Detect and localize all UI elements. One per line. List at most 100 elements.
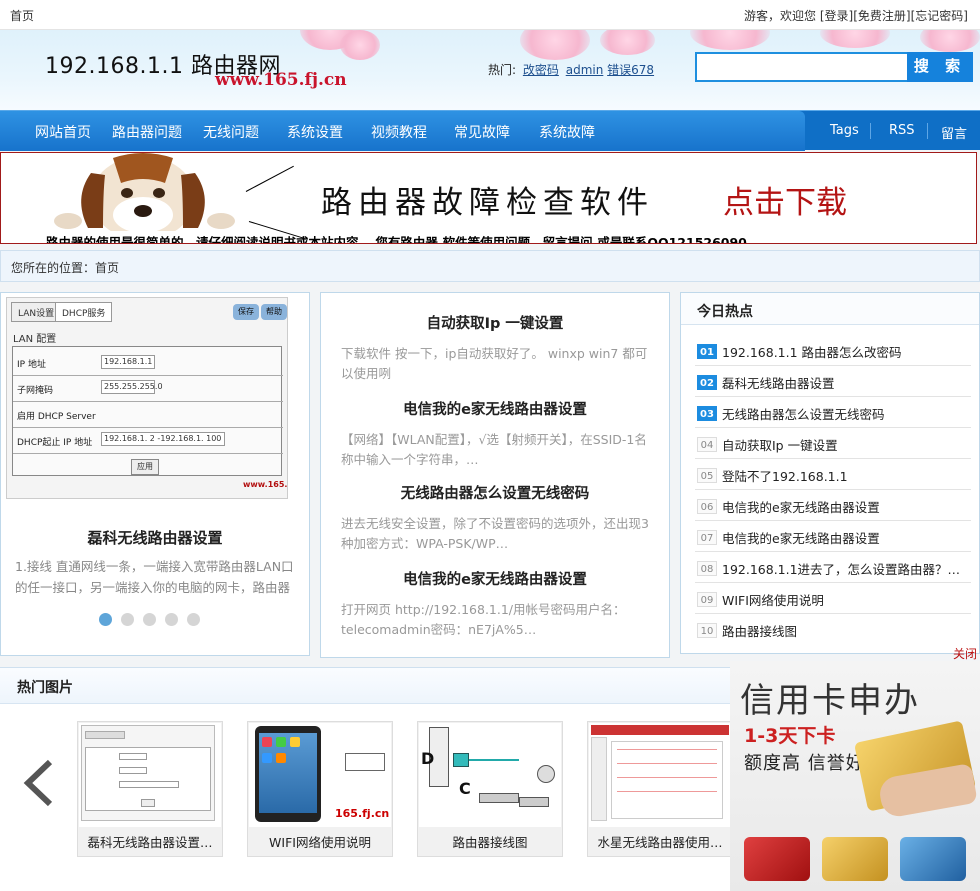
shot-field: 192.168.1. 2 -192.168.1. 100 <box>101 432 225 446</box>
list-item-text: 登陆不了192.168.1.1 <box>722 469 848 484</box>
slider-dot[interactable] <box>143 613 156 626</box>
breadcrumb-text: 您所在的位置：首页 <box>11 261 120 275</box>
banner-decoration-line <box>245 165 294 192</box>
picture-card[interactable]: D C 路由器接线图 <box>417 721 563 857</box>
shot-form: IP 地址 192.168.1.1 子网掩码 255.255.255.0 启用 … <box>12 346 283 476</box>
hot-today-header: 今日热点 <box>681 293 979 325</box>
credit-card-ad[interactable]: 信用卡申办 1-3天下卡 额度高 信誉好 <box>730 661 980 891</box>
shot-button: 保存 <box>233 304 259 320</box>
welcome-text: 游客，欢迎您 <box>744 9 817 23</box>
list-item[interactable]: 03 无线路由器怎么设置无线密码 <box>695 397 971 428</box>
nav-item-system-faults[interactable]: 系统故障 <box>539 122 595 142</box>
list-item[interactable]: 09 WIFI网络使用说明 <box>695 583 971 614</box>
hot-label: 热门: <box>488 63 517 77</box>
list-item-text: WIFI网络使用说明 <box>722 593 824 608</box>
slider-dot[interactable] <box>165 613 178 626</box>
shot-field: 255.255.255.0 <box>101 380 163 394</box>
credit-card-image <box>900 837 966 881</box>
slide-image[interactable]: LAN设置 DHCP服务 保存 帮助 LAN 配置 IP 地址 192.168.… <box>6 297 288 499</box>
nav-item-home[interactable]: 网站首页 <box>35 122 91 142</box>
shot-label: 子网掩码 <box>17 386 54 396</box>
nav-item-router-issues[interactable]: 路由器问题 <box>112 122 182 142</box>
nav-item-system-settings[interactable]: 系统设置 <box>287 122 343 142</box>
register-link[interactable]: [免费注册] <box>853 9 910 23</box>
slider-dot[interactable] <box>99 613 112 626</box>
slide-description: 1.接线 直通网线一条，一端接入宽带路由器LAN口的任一接口，另一端接入你的电脑… <box>15 559 294 595</box>
article-title[interactable]: 无线路由器怎么设置无线密码 <box>321 482 669 503</box>
picture-thumbnail: 165.fj.cn <box>249 723 391 827</box>
list-item[interactable]: 04 自动获取Ip 一键设置 <box>695 428 971 459</box>
list-item-text: 自动获取Ip 一键设置 <box>722 438 838 453</box>
blossom-decoration <box>520 30 590 60</box>
nav-item-tags[interactable]: Tags <box>830 123 859 138</box>
nav-item-guestbook[interactable]: 留言 <box>941 123 967 142</box>
shot-divider <box>13 453 283 454</box>
article-title[interactable]: 电信我的e家无线路由器设置 <box>321 568 669 589</box>
site-logo-url[interactable]: www.165.fj.cn <box>215 70 347 90</box>
slider-dot[interactable] <box>121 613 134 626</box>
list-item[interactable]: 05 登陆不了192.168.1.1 <box>695 459 971 490</box>
picture-thumbnail <box>79 723 221 827</box>
hot-keywords: 热门: 改密码 admin 错误678 <box>488 61 654 78</box>
picture-card[interactable]: 165.fj.cn WIFI网络使用说明 <box>247 721 393 857</box>
slider-dot[interactable] <box>187 613 200 626</box>
search-input[interactable] <box>695 52 908 82</box>
list-item[interactable]: 07 电信我的e家无线路由器设置 <box>695 521 971 552</box>
breadcrumb: 您所在的位置：首页 <box>0 250 980 282</box>
blossom-decoration <box>920 30 980 52</box>
login-link[interactable]: [登录] <box>820 9 853 23</box>
download-banner[interactable]: 路由器故障检查软件 点击下载 路由器的使用是很简单的，请仔细阅读说明书或本站内容… <box>0 152 977 244</box>
list-item-text: 路由器接线图 <box>722 624 798 639</box>
hot-today-panel: 今日热点 01 192.168.1.1 路由器怎么改密码 02 磊科无线路由器设置 … <box>680 292 980 654</box>
shot-heading: LAN 配置 <box>13 334 57 345</box>
list-item[interactable]: 10 路由器接线图 <box>695 614 971 645</box>
ad-tagline: 额度高 信誉好 <box>744 753 865 774</box>
hot-link[interactable]: 错误678 <box>607 63 654 77</box>
nav-item-rss[interactable]: RSS <box>889 123 915 138</box>
hot-link[interactable]: 改密码 <box>523 63 559 77</box>
hot-link[interactable]: admin <box>566 63 604 77</box>
forgot-password-link[interactable]: [忘记密码] <box>911 9 968 23</box>
credit-card-image <box>822 837 888 881</box>
rank-badge: 01 <box>697 344 717 359</box>
credit-card-image <box>744 837 810 881</box>
rank-badge: 09 <box>697 592 717 607</box>
shot-label: 启用 DHCP Server <box>17 412 96 422</box>
search-button[interactable]: 搜 索 <box>907 52 973 82</box>
shot-tab: DHCP服务 <box>55 302 113 322</box>
article-title[interactable]: 自动获取Ip 一键设置 <box>321 312 669 333</box>
shot-label: DHCP起止 IP 地址 <box>17 438 93 448</box>
slide-caption[interactable]: 磊科无线路由器设置 <box>1 527 309 548</box>
nav-item-video[interactable]: 视频教程 <box>371 122 427 142</box>
nav-item-wireless[interactable]: 无线问题 <box>203 122 259 142</box>
picture-card[interactable]: 磊科无线路由器设置… <box>77 721 223 857</box>
user-links: 游客，欢迎您 [登录][免费注册][忘记密码] <box>740 7 968 24</box>
rank-badge: 05 <box>697 468 717 483</box>
shot-label: IP 地址 <box>17 360 46 370</box>
article-summary: 进去无线安全设置，除了不设置密码的选项外，还出现3种加密方式：WPA-PSK/W… <box>341 516 649 551</box>
shot-tab: LAN设置 <box>11 302 62 322</box>
list-item[interactable]: 08 192.168.1.1进去了，怎么设置路由器？… <box>695 552 971 583</box>
nav-divider <box>927 123 928 139</box>
shot-divider <box>13 401 283 402</box>
shot-field: 192.168.1.1 <box>101 355 155 369</box>
picture-label: WIFI网络使用说明 <box>269 835 371 850</box>
picture-thumbnail: D C <box>419 723 561 827</box>
rank-badge: 03 <box>697 406 717 421</box>
rank-badge: 07 <box>697 530 717 545</box>
shot-button: 帮助 <box>261 304 287 320</box>
list-item[interactable]: 01 192.168.1.1 路由器怎么改密码 <box>695 335 971 366</box>
top-bar: 首页 游客，欢迎您 [登录][免费注册][忘记密码] <box>0 0 980 30</box>
list-item[interactable]: 02 磊科无线路由器设置 <box>695 366 971 397</box>
home-link[interactable]: 首页 <box>10 7 34 24</box>
ad-close-button[interactable]: 关闭 <box>953 645 977 662</box>
list-item[interactable]: 06 电信我的e家无线路由器设置 <box>695 490 971 521</box>
hot-today-title: 今日热点 <box>697 304 753 320</box>
picture-card[interactable]: 水星无线路由器使用… <box>587 721 733 857</box>
main-nav: 网站首页 路由器问题 无线问题 系统设置 视频教程 常见故障 系统故障 Tags… <box>0 110 980 151</box>
nav-item-common-faults[interactable]: 常见故障 <box>454 122 510 142</box>
article-summary: 打开网页 http://192.168.1.1/用帐号密码用户名：telecom… <box>341 602 626 637</box>
article-title[interactable]: 电信我的e家无线路由器设置 <box>321 398 669 419</box>
chevron-left-icon[interactable] <box>18 758 58 808</box>
site-header: 192.168.1.1 路由器网 www.165.fj.cn 热门: 改密码 a… <box>0 30 980 110</box>
